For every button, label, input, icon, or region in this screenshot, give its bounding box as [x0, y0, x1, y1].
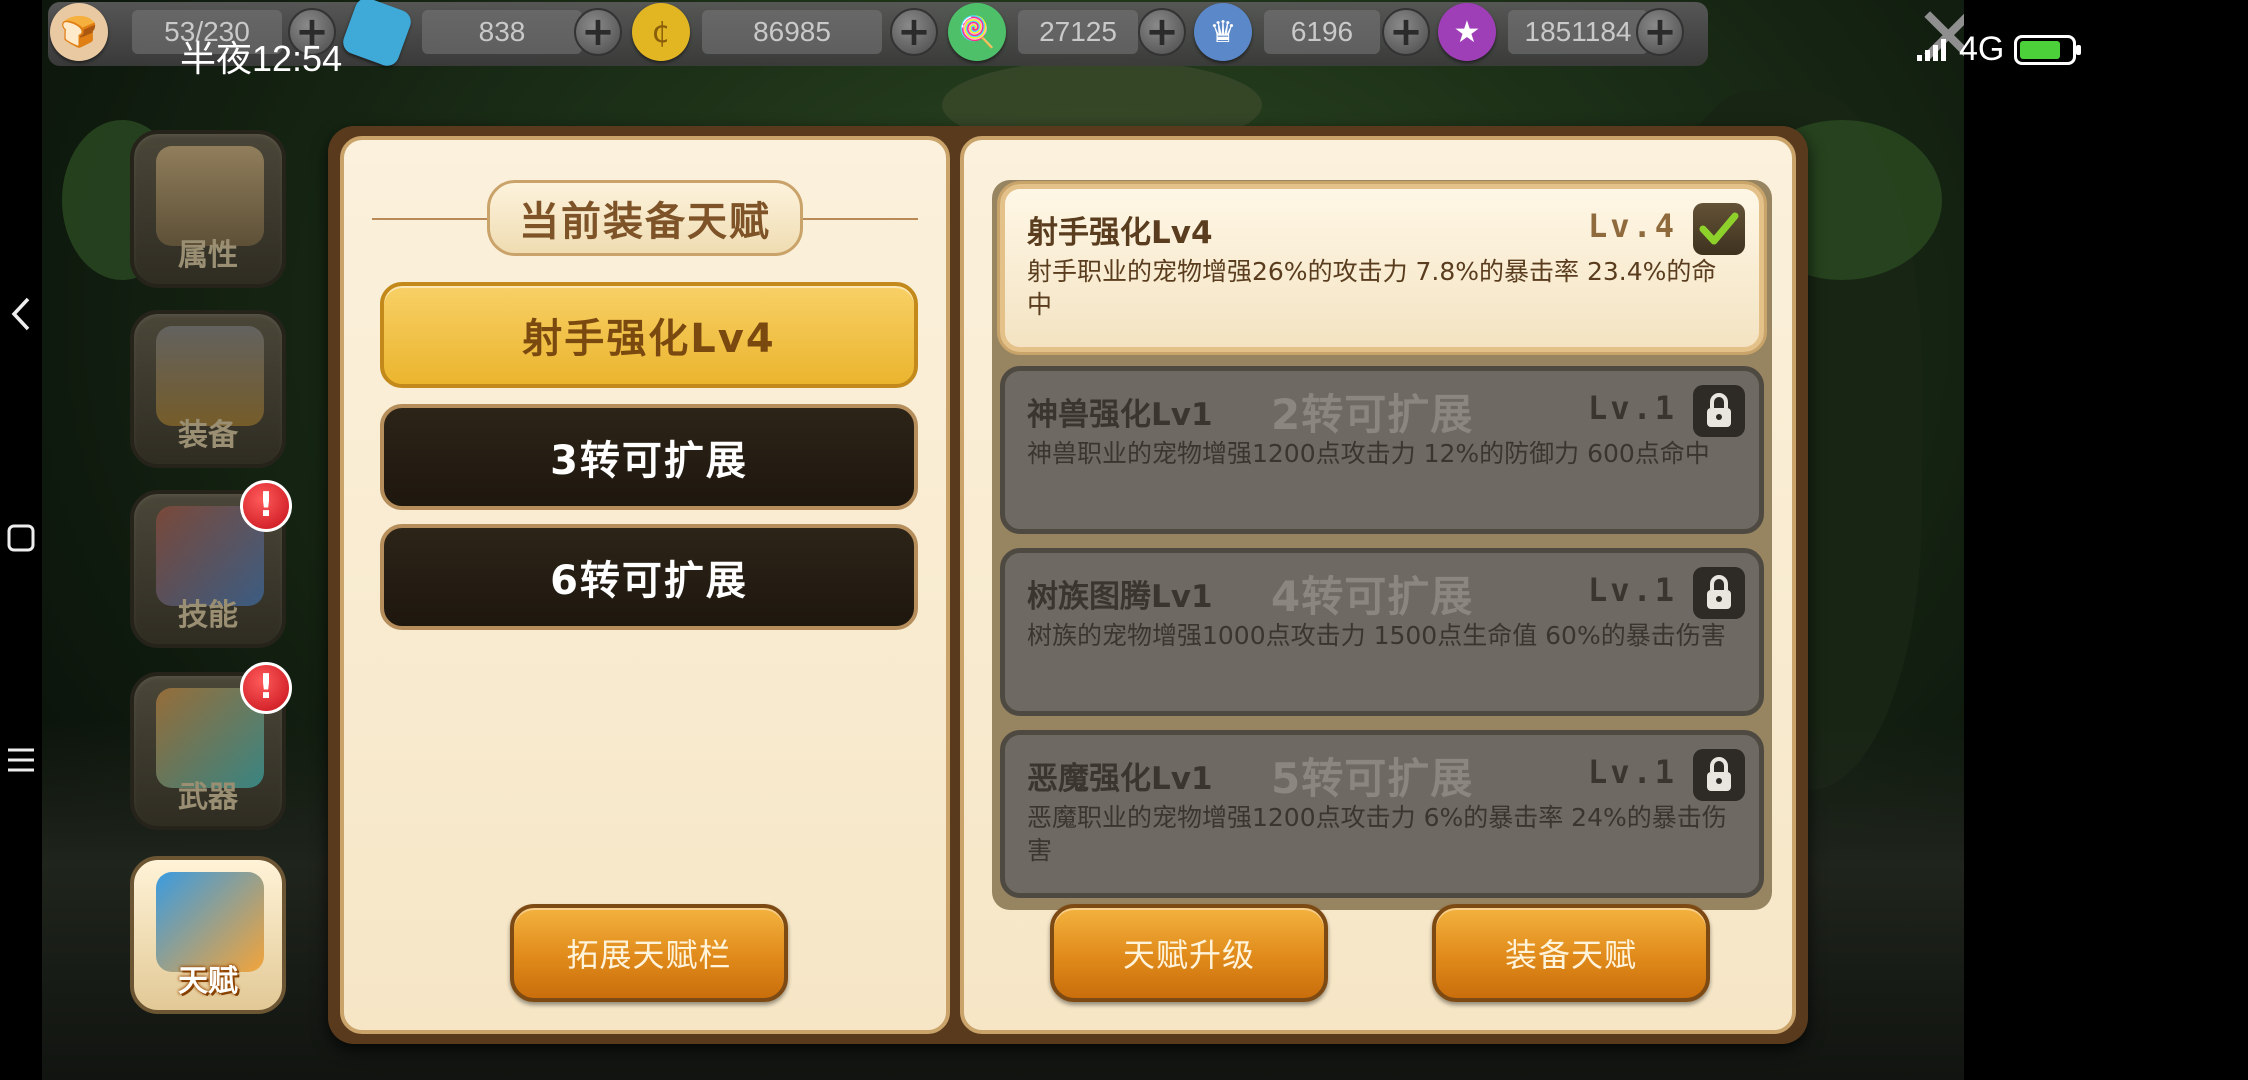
resource-stamina: 🍞: [50, 3, 108, 61]
side-tab-label: 装备: [178, 418, 238, 453]
alert-badge: !: [240, 480, 292, 532]
resource-star: ★: [1438, 3, 1496, 61]
candy-value: 27125: [1018, 10, 1138, 54]
unlock-requirement: 2转可扩展: [1271, 390, 1474, 439]
lock-icon: [1693, 385, 1745, 437]
back-icon[interactable]: [0, 284, 42, 344]
talent-level: Lv.1: [1587, 571, 1677, 609]
add-honor-button[interactable]: +: [1382, 8, 1430, 56]
side-tab-talents[interactable]: 天赋: [130, 856, 286, 1014]
talent-book-panel: 当前装备天赋 射手强化Lv4 3转可扩展 6转可扩展 拓展天赋栏 射手强化Lv4…: [328, 126, 1808, 1044]
resource-honor: ♛: [1194, 3, 1252, 61]
side-tab-label: 属性: [178, 238, 238, 273]
menu-icon[interactable]: [0, 730, 42, 790]
right-page: 射手强化Lv4 Lv.4 射手职业的宠物增强26%的攻击力 7.8%的暴击率 2…: [960, 136, 1796, 1034]
system-nav-bar: [0, 0, 42, 1080]
lock-icon: [1693, 749, 1745, 801]
battery-icon: [2014, 34, 2082, 65]
side-tab-label: 武器: [178, 780, 238, 815]
talent-card-beast[interactable]: 神兽强化Lv1 2转可扩展 Lv.1 神兽职业的宠物增强1200点攻击力 12%…: [1000, 366, 1764, 534]
resource-gold: ¢: [632, 3, 690, 61]
lock-icon: [1693, 567, 1745, 619]
badge-icon: ♛: [1194, 3, 1252, 61]
expand-talent-slot-button[interactable]: 拓展天赋栏: [510, 904, 788, 1002]
coin-icon: ¢: [632, 3, 690, 61]
lollipop-icon: 🍭: [948, 3, 1006, 61]
resource-candy-value-wrap: 27125: [1018, 6, 1138, 58]
status-time: 半夜12:54: [180, 38, 343, 79]
section-heading: 当前装备天赋: [372, 180, 918, 256]
side-tab-equipment[interactable]: 装备: [130, 310, 286, 468]
checkmark-icon: [1693, 203, 1745, 255]
diamond-value: 838: [422, 10, 582, 54]
game-viewport: 🍞 53/230 + 838 + ¢ 86985 + 🍭 27125 + ♛ 6…: [42, 0, 1964, 1080]
talent-slot-2[interactable]: 3转可扩展: [380, 404, 918, 510]
side-tab-weapons[interactable]: 武器 !: [130, 662, 292, 830]
unlock-requirement: 4转可扩展: [1271, 572, 1474, 621]
alert-badge: !: [240, 662, 292, 714]
battery-level: [2020, 40, 2061, 59]
talent-card-demon[interactable]: 恶魔强化Lv1 5转可扩展 Lv.1 恶魔职业的宠物增强1200点攻击力 6%的…: [1000, 730, 1764, 898]
talent-title: 神兽强化Lv1: [1027, 397, 1213, 433]
side-tab-label: 天赋: [178, 964, 238, 999]
side-tab-label: 技能: [178, 598, 238, 633]
talent-description: 树族的宠物增强1000点攻击力 1500点生命值 60%的暴击伤害: [1027, 621, 1726, 650]
talent-title: 射手强化Lv4: [1027, 215, 1213, 251]
talent-level: Lv.1: [1587, 753, 1677, 791]
signal-icon: [1917, 38, 1946, 61]
talent-card-archer[interactable]: 射手强化Lv4 Lv.4 射手职业的宠物增强26%的攻击力 7.8%的暴击率 2…: [1000, 184, 1764, 352]
bread-icon: 🍞: [50, 3, 108, 61]
resource-star-value-wrap: 1851184: [1508, 6, 1648, 58]
equip-talent-button[interactable]: 装备天赋: [1432, 904, 1710, 1002]
honor-value: 6196: [1264, 10, 1380, 54]
talent-slot-3[interactable]: 6转可扩展: [380, 524, 918, 630]
add-gold-button[interactable]: +: [890, 8, 938, 56]
side-tab-attributes[interactable]: 属性: [130, 130, 286, 288]
talent-slot-1[interactable]: 射手强化Lv4: [380, 282, 918, 388]
unlock-requirement: 5转可扩展: [1271, 754, 1474, 803]
talent-title: 树族图腾Lv1: [1027, 579, 1213, 615]
resource-diamond: [339, 0, 415, 70]
left-page: 当前装备天赋 射手强化Lv4 3转可扩展 6转可扩展 拓展天赋栏: [340, 136, 950, 1034]
gold-value: 86985: [702, 10, 882, 54]
talent-title: 恶魔强化Lv1: [1027, 761, 1213, 797]
add-diamond-button[interactable]: +: [574, 8, 622, 56]
star-value: 1851184: [1508, 10, 1648, 54]
resource-diamond-value-wrap: 838: [422, 6, 582, 58]
resource-gold-value-wrap: 86985: [702, 6, 882, 58]
home-icon[interactable]: [0, 508, 42, 568]
current-talent-heading: 当前装备天赋: [487, 180, 803, 256]
talent-description: 恶魔职业的宠物增强1200点攻击力 6%的暴击率 24%的暴击伤害: [1027, 803, 1727, 865]
add-candy-button[interactable]: +: [1138, 8, 1186, 56]
talent-level: Lv.4: [1587, 207, 1677, 245]
talent-description: 神兽职业的宠物增强1200点攻击力 12%的防御力 600点命中: [1027, 439, 1710, 468]
talent-card-tree[interactable]: 树族图腾Lv1 4转可扩展 Lv.1 树族的宠物增强1000点攻击力 1500点…: [1000, 548, 1764, 716]
star-icon: ★: [1438, 3, 1496, 61]
add-star-button[interactable]: +: [1636, 8, 1684, 56]
upgrade-talent-button[interactable]: 天赋升级: [1050, 904, 1328, 1002]
network-type: 4G: [1959, 30, 2005, 68]
talent-description: 射手职业的宠物增强26%的攻击力 7.8%的暴击率 23.4%的命中: [1027, 257, 1717, 319]
side-tab-skills[interactable]: 技能 !: [130, 480, 292, 648]
status-indicators: 4G: [1915, 30, 2082, 69]
resource-candy: 🍭: [948, 3, 1006, 61]
talent-level: Lv.1: [1587, 389, 1677, 427]
resource-honor-value-wrap: 6196: [1264, 6, 1380, 58]
